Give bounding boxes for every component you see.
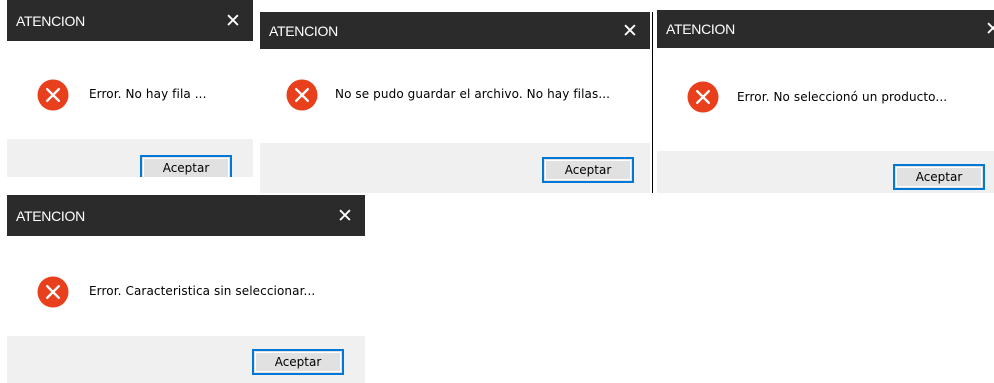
close-icon[interactable]: ✕ xyxy=(610,12,650,49)
dialog-title: ATENCION xyxy=(16,207,85,224)
dialog-no-characteristic: ATENCION ✕ Error. Caracteristica sin sel… xyxy=(7,195,365,383)
error-icon xyxy=(37,276,69,308)
accept-button[interactable]: Aceptar xyxy=(893,164,985,190)
error-message: Error. No hay fila ... xyxy=(89,87,207,101)
close-icon[interactable]: ✕ xyxy=(325,195,365,236)
dialog-content: Error. Caracteristica sin seleccionar... xyxy=(7,236,365,336)
close-icon[interactable]: ✕ xyxy=(213,0,253,41)
title-bar: ATENCION ✕ xyxy=(7,195,365,236)
dialog-content: Error. No seleccionó un producto... xyxy=(657,48,994,151)
close-icon[interactable]: ✕ xyxy=(973,10,994,48)
dialog-title: ATENCION xyxy=(269,22,338,39)
error-icon xyxy=(286,79,318,111)
error-message: Error. Caracteristica sin seleccionar... xyxy=(89,284,316,298)
title-bar: ATENCION ✕ xyxy=(657,10,994,48)
dialog-footer: Aceptar xyxy=(657,151,994,193)
title-bar: ATENCION ✕ xyxy=(7,0,253,41)
dialog-save-failed: ATENCION ✕ No se pudo guardar el archivo… xyxy=(260,12,650,193)
accept-button[interactable]: Aceptar xyxy=(252,349,344,375)
dialog-content: Error. No hay fila ... xyxy=(7,41,253,139)
error-icon xyxy=(37,79,69,111)
dialog-no-product: ATENCION ✕ Error. No seleccionó un produ… xyxy=(657,10,994,193)
error-icon xyxy=(687,81,719,113)
separator-line xyxy=(652,12,653,193)
dialog-title: ATENCION xyxy=(666,21,735,37)
dialog-title: ATENCION xyxy=(16,12,85,29)
accept-button[interactable]: Aceptar xyxy=(542,157,634,183)
title-bar: ATENCION ✕ xyxy=(260,12,650,49)
accept-button[interactable]: Aceptar xyxy=(140,155,232,177)
dialog-footer: Aceptar xyxy=(7,336,365,383)
dialog-footer: Aceptar xyxy=(7,139,253,177)
dialog-no-row: ATENCION ✕ Error. No hay fila ... Acepta… xyxy=(7,0,253,177)
dialog-footer: Aceptar xyxy=(260,143,650,193)
dialog-content: No se pudo guardar el archivo. No hay fi… xyxy=(260,49,650,143)
error-message: Error. No seleccionó un producto... xyxy=(737,90,948,104)
error-message: No se pudo guardar el archivo. No hay fi… xyxy=(335,87,611,101)
